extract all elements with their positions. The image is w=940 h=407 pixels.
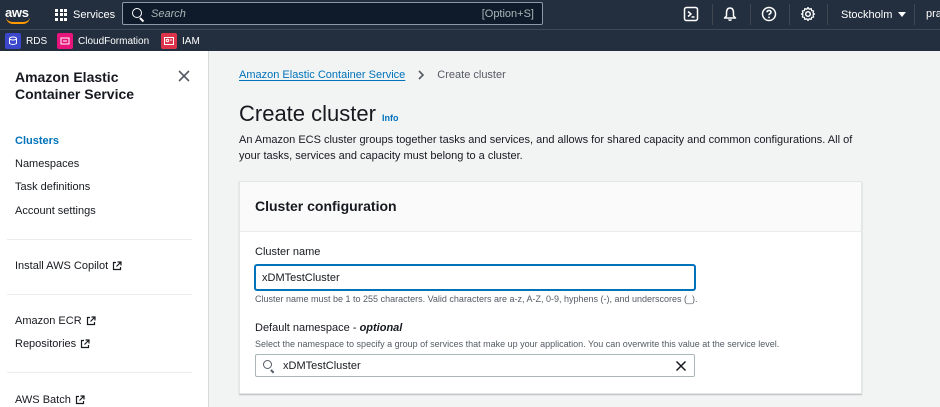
close-icon[interactable] [177, 69, 191, 83]
breadcrumb-link-ecs[interactable]: Amazon Elastic Container Service [239, 69, 405, 81]
top-navigation: aws Services Search [Option+S] Stockholm… [0, 0, 940, 29]
namespace-value: xDMTestCluster [283, 359, 361, 372]
favorite-iam[interactable]: IAM [161, 33, 200, 49]
info-link[interactable]: Info [382, 113, 399, 123]
sidebar-item-account-settings[interactable]: Account settings [15, 205, 96, 217]
favorite-label: RDS [26, 35, 48, 47]
panel-title: Cluster configuration [255, 198, 397, 214]
cluster-name-label: Cluster name [255, 246, 321, 258]
sidebar-divider [7, 239, 192, 240]
favorites-bar: RDS CloudFormation IAM [0, 29, 940, 51]
favorite-label: CloudFormation [78, 35, 150, 47]
sidebar-divider [7, 372, 192, 373]
cluster-name-hint: Cluster name must be 1 to 255 characters… [255, 294, 698, 304]
namespace-hint: Select the namespace to specify a group … [255, 339, 780, 349]
clear-icon[interactable] [675, 360, 687, 372]
sidebar-item-install-aws-copilot[interactable]: Install AWS Copilot [15, 260, 122, 272]
caret-down-icon [898, 12, 907, 17]
sidebar-item-repositories[interactable]: Repositories [15, 338, 90, 350]
favorite-rds[interactable]: RDS [5, 33, 47, 49]
grid-icon [55, 8, 67, 21]
sidebar-item-label: Repositories [15, 338, 77, 350]
region-selector[interactable]: Stockholm [841, 0, 907, 29]
iam-service-icon [161, 33, 177, 49]
settings-gear-icon[interactable] [800, 6, 816, 22]
services-label: Services [73, 8, 116, 21]
sidebar-item-namespaces[interactable]: Namespaces [15, 158, 79, 170]
sidebar-item-clusters[interactable]: Clusters [15, 135, 59, 147]
cluster-name-input[interactable] [255, 265, 695, 290]
sidebar-item-aws-batch[interactable]: AWS Batch [15, 394, 85, 406]
cloudshell-icon[interactable] [683, 6, 699, 22]
rds-service-icon [5, 33, 21, 49]
optional-tag: optional [359, 322, 403, 334]
external-link-icon [86, 316, 96, 326]
side-navigation: Amazon Elastic Container Service Cluster… [0, 51, 209, 407]
aws-logo[interactable]: aws [5, 4, 33, 26]
nav-divider [712, 4, 713, 25]
default-namespace-input[interactable]: xDMTestCluster [255, 354, 695, 377]
aws-smile-icon [6, 17, 30, 24]
search-icon [131, 7, 145, 21]
cloudformation-service-icon [57, 33, 73, 49]
page-title: Create cluster [239, 101, 376, 126]
nav-divider [914, 4, 915, 25]
sidebar-item-label: Amazon ECR [15, 315, 82, 327]
chevron-right-icon [418, 70, 425, 80]
help-icon[interactable] [761, 6, 777, 22]
cluster-configuration-panel: Cluster configuration Cluster name Clust… [239, 181, 862, 394]
default-namespace-label: Default namespace - optional [255, 322, 402, 334]
external-link-icon [75, 395, 85, 405]
search-placeholder: Search [151, 7, 186, 20]
notifications-bell-icon[interactable] [722, 6, 738, 22]
sidebar-item-amazon-ecr[interactable]: Amazon ECR [15, 315, 96, 327]
search-shortcut: [Option+S] [481, 7, 534, 20]
sidebar-item-label: AWS Batch [15, 394, 71, 406]
sidebar-item-label: Install AWS Copilot [15, 260, 109, 272]
external-link-icon [113, 261, 122, 271]
favorite-cloudformation[interactable]: CloudFormation [57, 33, 149, 49]
search-icon [263, 359, 275, 372]
sidebar-title: Amazon Elastic Container Service [15, 69, 135, 102]
nav-divider [750, 4, 751, 25]
nav-divider [789, 4, 790, 25]
sidebar-divider [7, 294, 192, 295]
page-description: An Amazon ECS cluster groups together ta… [239, 134, 853, 162]
services-menu-button[interactable]: Services [55, 0, 115, 29]
external-link-icon [81, 339, 90, 349]
nav-divider [827, 4, 828, 25]
favorite-label: IAM [182, 35, 200, 47]
region-label: Stockholm [841, 8, 893, 21]
global-search-input[interactable]: Search [Option+S] [122, 2, 543, 25]
sidebar-item-task-definitions[interactable]: Task definitions [15, 181, 90, 193]
namespace-label-text: Default namespace - [255, 322, 360, 334]
account-menu[interactable]: pra [926, 0, 940, 29]
breadcrumb-current: Create cluster [437, 69, 506, 81]
breadcrumb: Amazon Elastic Container Service Create … [239, 69, 506, 81]
